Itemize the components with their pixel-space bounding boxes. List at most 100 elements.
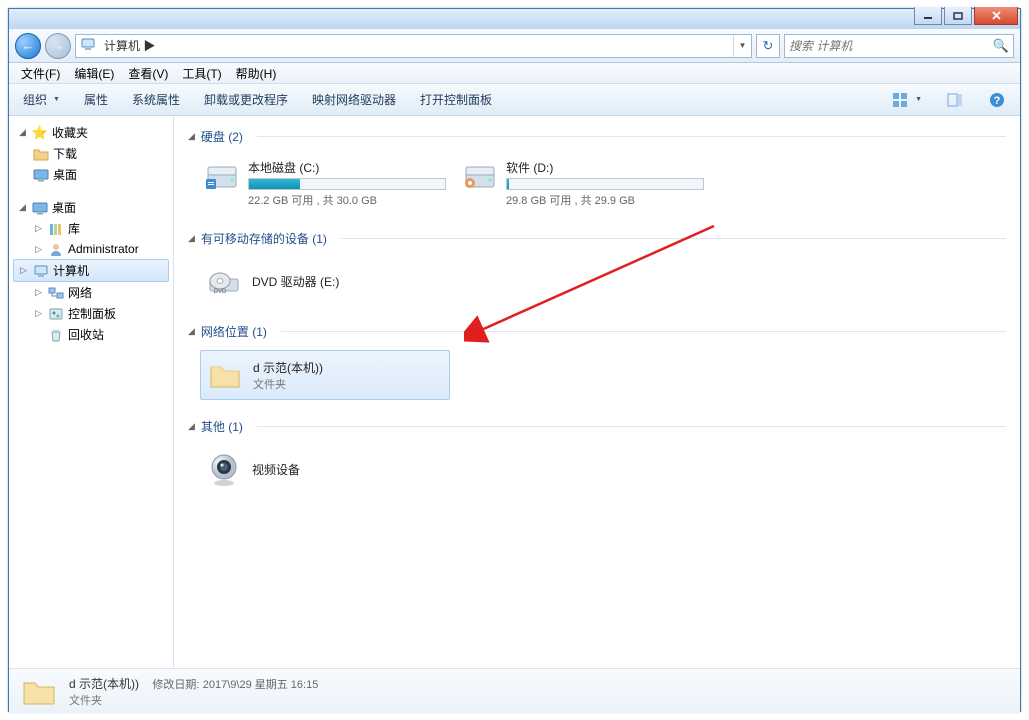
menu-bar: 文件(F) 编辑(E) 查看(V) 工具(T) 帮助(H) — [9, 63, 1020, 84]
refresh-button[interactable]: ↻ — [756, 34, 780, 58]
desktop-icon — [33, 167, 49, 183]
library-icon — [48, 221, 64, 237]
address-dropdown[interactable]: ▼ — [733, 35, 751, 57]
item-title: d 示范(本机)) — [253, 359, 323, 376]
dvd-drive[interactable]: DVD DVD 驱动器 (E:) — [200, 257, 450, 305]
computer-icon — [33, 263, 49, 279]
video-device[interactable]: 视频设备 — [200, 445, 450, 493]
section-network-loc[interactable]: ◢ 网络位置 (1) — [186, 319, 1008, 344]
tree-label: 回收站 — [68, 326, 104, 343]
tree-label: 控制面板 — [68, 305, 116, 322]
back-button[interactable]: ← — [15, 33, 41, 59]
tree-libraries[interactable]: ▷ 库 — [9, 218, 173, 239]
organize-button[interactable]: 组织▼ — [17, 87, 66, 112]
breadcrumb: 计算机 ▶ — [104, 37, 733, 54]
section-removable[interactable]: ◢ 有可移动存储的设备 (1) — [186, 226, 1008, 251]
details-pane: d 示范(本机)) 修改日期: 2017\9\29 星期五 16:15 文件夹 — [9, 668, 1020, 713]
chevron-down-icon: ▼ — [915, 96, 922, 103]
navigation-pane: ◢ ⭐ 收藏夹 下载 桌面 — [9, 116, 174, 668]
tree-label: 桌面 — [53, 166, 77, 183]
drive-title: 软件 (D:) — [506, 159, 704, 176]
svg-text:?: ? — [994, 95, 1001, 107]
preview-pane-button[interactable] — [940, 87, 970, 113]
section-title: 其他 (1) — [201, 418, 243, 435]
webcam-icon — [206, 451, 242, 487]
tree-label: 下载 — [53, 145, 77, 162]
titlebar — [9, 9, 1020, 29]
close-button[interactable] — [974, 7, 1018, 25]
tree-desktop-fav[interactable]: 桌面 — [9, 164, 173, 185]
tree-favorites[interactable]: ◢ ⭐ 收藏夹 — [9, 122, 173, 143]
tree-recycle-bin[interactable]: ▷ 回收站 — [9, 324, 173, 345]
status-name: d 示范(本机)) — [69, 677, 139, 691]
collapse-icon: ◢ — [188, 131, 195, 142]
window-buttons — [912, 7, 1018, 25]
menu-file[interactable]: 文件(F) — [15, 63, 66, 84]
menu-edit[interactable]: 编辑(E) — [68, 63, 120, 84]
capacity-bar — [248, 178, 446, 190]
drive-d[interactable]: 软件 (D:) 29.8 GB 可用 , 共 29.9 GB — [458, 155, 708, 212]
svg-text:DVD: DVD — [214, 289, 227, 295]
properties-button[interactable]: 属性 — [78, 87, 114, 112]
tree-label: 库 — [68, 220, 80, 237]
address-bar[interactable]: 计算机 ▶ ▼ — [75, 34, 752, 58]
chevron-down-icon: ▼ — [53, 96, 60, 103]
collapse-icon: ◢ — [17, 202, 28, 213]
forward-button[interactable]: → — [45, 33, 71, 59]
menu-tools[interactable]: 工具(T) — [176, 63, 227, 84]
section-other[interactable]: ◢ 其他 (1) — [186, 414, 1008, 439]
tiles-icon — [891, 91, 909, 109]
section-title: 硬盘 (2) — [201, 128, 243, 145]
navigation-bar: ← → 计算机 ▶ ▼ ↻ 🔍 — [9, 29, 1020, 63]
map-drive-button[interactable]: 映射网络驱动器 — [306, 87, 402, 112]
collapse-icon: ◢ — [188, 326, 195, 337]
collapse-icon: ◢ — [188, 421, 195, 432]
star-icon: ⭐ — [32, 125, 48, 141]
status-type: 文件夹 — [69, 692, 318, 708]
item-title: DVD 驱动器 (E:) — [252, 273, 339, 290]
body-split: ◢ ⭐ 收藏夹 下载 桌面 — [9, 116, 1020, 668]
help-button[interactable]: ? — [982, 87, 1012, 113]
tree-label: 收藏夹 — [52, 124, 88, 141]
section-title: 网络位置 (1) — [201, 323, 267, 340]
section-drives[interactable]: ◢ 硬盘 (2) — [186, 124, 1008, 149]
search-box[interactable]: 🔍 — [784, 34, 1014, 58]
collapse-icon: ◢ — [188, 233, 195, 244]
tree-downloads[interactable]: 下载 — [9, 143, 173, 164]
command-bar: 组织▼ 属性 系统属性 卸载或更改程序 映射网络驱动器 打开控制面板 ▼ ? — [9, 84, 1020, 116]
capacity-bar — [506, 178, 704, 190]
tree-label: Administrator — [68, 242, 139, 256]
drive-c[interactable]: 本地磁盘 (C:) 22.2 GB 可用 , 共 30.0 GB — [200, 155, 450, 212]
minimize-button[interactable] — [914, 7, 942, 25]
view-options-button[interactable]: ▼ — [885, 87, 928, 113]
maximize-button[interactable] — [944, 7, 972, 25]
user-icon — [48, 241, 64, 257]
drive-subtext: 22.2 GB 可用 , 共 30.0 GB — [248, 192, 446, 208]
menu-help[interactable]: 帮助(H) — [230, 63, 283, 84]
item-subtitle: 文件夹 — [253, 376, 323, 392]
tree-control-panel[interactable]: ▷ 控制面板 — [9, 303, 173, 324]
menu-view[interactable]: 查看(V) — [122, 63, 174, 84]
folder-icon — [19, 671, 59, 711]
system-properties-button[interactable]: 系统属性 — [126, 87, 186, 112]
explorer-window: ← → 计算机 ▶ ▼ ↻ 🔍 文件(F) 编辑(E) 查看(V) 工具(T) … — [8, 8, 1021, 712]
drive-title: 本地磁盘 (C:) — [248, 159, 446, 176]
collapse-icon: ◢ — [17, 127, 28, 138]
tree-computer[interactable]: ▷ 计算机 — [13, 259, 169, 282]
folder-icon — [207, 357, 243, 393]
tree-administrator[interactable]: ▷ Administrator — [9, 239, 173, 259]
computer-icon — [80, 36, 100, 56]
network-location-item[interactable]: d 示范(本机)) 文件夹 — [200, 350, 450, 400]
help-icon: ? — [988, 91, 1006, 109]
status-meta-value: 2017\9\29 星期五 16:15 — [203, 679, 319, 691]
tree-desktop[interactable]: ◢ 桌面 — [9, 197, 173, 218]
control-panel-icon — [48, 306, 64, 322]
uninstall-button[interactable]: 卸载或更改程序 — [198, 87, 294, 112]
tree-network[interactable]: ▷ 网络 — [9, 282, 173, 303]
tree-label: 计算机 — [53, 262, 89, 279]
desktop-icon — [32, 200, 48, 216]
control-panel-button[interactable]: 打开控制面板 — [414, 87, 498, 112]
search-input[interactable] — [789, 39, 993, 53]
item-title: 视频设备 — [252, 461, 300, 478]
expand-icon: ▷ — [33, 244, 44, 255]
